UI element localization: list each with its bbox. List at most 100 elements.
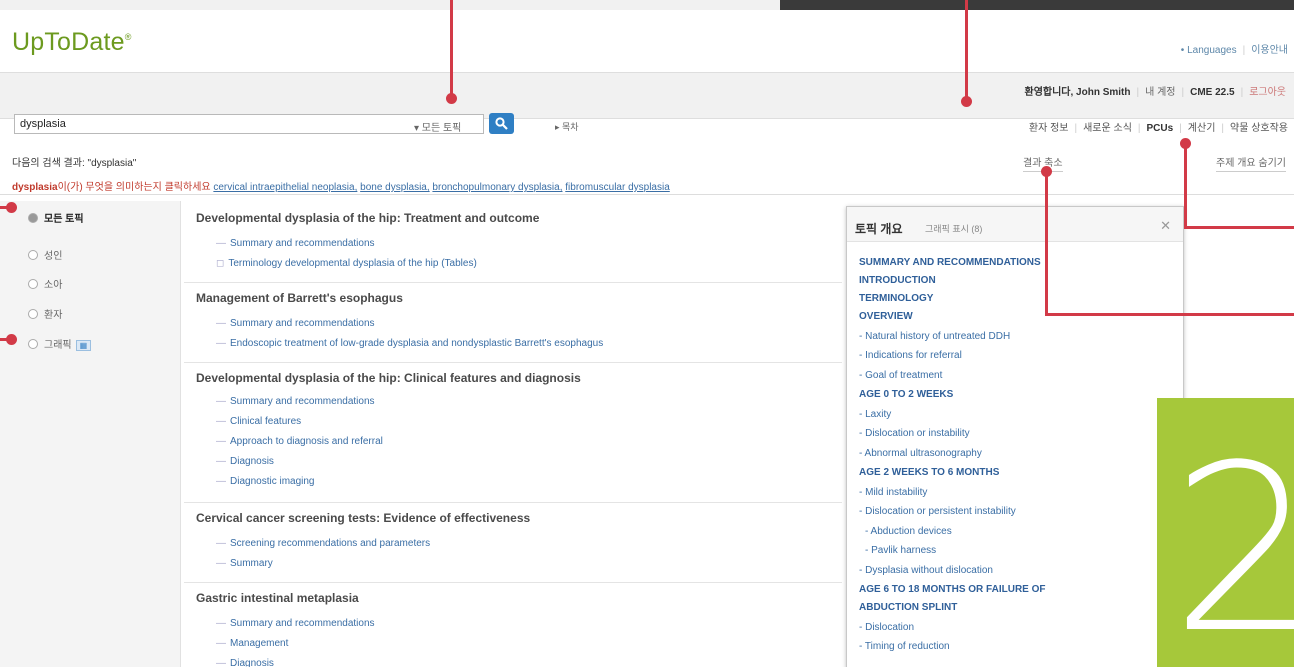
result-sublink[interactable]: ◻ Terminology developmental dysplasia of … (216, 258, 477, 269)
languages-link[interactable]: • Languages (1181, 45, 1237, 56)
outline-subsection-link[interactable]: - Laxity (859, 409, 891, 420)
uptodate-logo[interactable]: UpToDate® (12, 28, 132, 57)
graphics-icon: ▦ (75, 340, 92, 351)
suggestion-link[interactable]: bone dysplasia, (360, 182, 430, 193)
logo-registered-mark: ® (124, 32, 132, 42)
outline-section-link[interactable]: TERMINOLOGY (859, 293, 933, 304)
bullet-icon: — (216, 416, 226, 427)
outline-subsection-link[interactable]: - Dislocation (859, 622, 914, 633)
bullet-icon: — (216, 436, 226, 447)
bullet-icon: — (216, 658, 226, 667)
pcus-link[interactable]: PCUs (1147, 123, 1174, 134)
sidebar-item-label: 성인 (44, 251, 63, 262)
outline-subsection-link[interactable]: - Pavlik harness (865, 545, 936, 556)
bullet-icon: — (216, 456, 226, 467)
top-links: • Languages | 이용안내 (1180, 45, 1288, 56)
result-sublink[interactable]: — Approach to diagnosis and referral (216, 436, 383, 447)
search-button[interactable] (489, 113, 514, 134)
outline-section-link[interactable]: SUMMARY AND RECOMMENDATIONS (859, 257, 1041, 268)
outline-subsection-link[interactable]: - Abnormal ultrasonography (859, 448, 982, 459)
sidebar-item-graphics[interactable]: 그래픽 ▦ (28, 336, 92, 351)
outline-subsection-link[interactable]: - Dislocation or persistent instability (859, 506, 1016, 517)
outline-subsection-link[interactable]: - Natural history of untreated DDH (859, 331, 1010, 342)
close-icon[interactable]: ✕ (1160, 218, 1171, 234)
outline-subsection-link[interactable]: - Dysplasia without dislocation (859, 565, 993, 576)
sidebar-item-adult[interactable]: 성인 (28, 247, 62, 262)
result-title[interactable]: Developmental dysplasia of the hip: Clin… (196, 371, 581, 385)
show-graphics-link[interactable]: 그래픽 표시 (8) (925, 222, 982, 235)
outline-title: 토픽 개요 (855, 222, 903, 236)
callout-dot (6, 334, 17, 345)
result-sublink[interactable]: — Management (216, 638, 288, 649)
callout-line (1045, 172, 1048, 316)
result-title[interactable]: Developmental dysplasia of the hip: Trea… (196, 211, 539, 225)
outline-section-link[interactable]: AGE 6 TO 18 MONTHS OR FAILURE OF (859, 584, 1046, 595)
sidebar-item-all-topics[interactable]: 모든 토픽 (28, 210, 84, 225)
result-sublink[interactable]: — Diagnostic imaging (216, 476, 315, 487)
outline-subsection-link[interactable]: - Goal of treatment (859, 370, 942, 381)
callout-line (1184, 144, 1187, 229)
outline-subsection-link[interactable]: - Dislocation or instability (859, 428, 970, 439)
outline-section-link[interactable]: AGE 0 TO 2 WEEKS (859, 389, 953, 400)
result-title[interactable]: Gastric intestinal metaplasia (196, 591, 359, 605)
cme-counter[interactable]: CME 22.5 (1190, 87, 1234, 98)
results-header: 다음의 검색 결과: "dysplasia" (12, 158, 137, 169)
result-sublink[interactable]: — Endoscopic treatment of low-grade dyspl… (216, 338, 603, 349)
callout-dot (961, 96, 972, 107)
sidebar-item-label: 소아 (44, 280, 63, 291)
result-sublink[interactable]: — Summary (216, 558, 273, 569)
result-sublink[interactable]: — Diagnosis (216, 456, 274, 467)
result-sublink[interactable]: — Diagnosis (216, 658, 274, 667)
callout-dot (1041, 166, 1052, 177)
suggestion-link[interactable]: bronchopulmonary dysplasia, (432, 182, 562, 193)
my-account-link[interactable]: 내 계정 (1145, 87, 1175, 98)
outline-section-link[interactable]: ABDUCTION SPLINT (859, 602, 957, 613)
guide-link[interactable]: 이용안내 (1251, 45, 1288, 56)
outline-section-link[interactable]: AGE 2 WEEKS TO 6 MONTHS (859, 467, 999, 478)
outline-subsection-link[interactable]: - Mild instability (859, 487, 927, 498)
outline-subsection-link[interactable]: - Abduction devices (865, 526, 952, 537)
drug-interactions-link[interactable]: 약물 상호작용 (1230, 123, 1288, 134)
logout-link[interactable]: 로그아웃 (1249, 87, 1286, 98)
search-scope-dropdown[interactable]: ▾ 모든 토픽 (414, 119, 461, 134)
result-sublink[interactable]: — Summary and recommendations (216, 238, 375, 249)
graphic-bullet-icon: ◻ (216, 258, 225, 269)
outline-section-link[interactable]: INTRODUCTION (859, 275, 936, 286)
outline-subsection-link[interactable]: - Timing of reduction (859, 641, 950, 652)
result-sublink[interactable]: — Summary and recommendations (216, 396, 375, 407)
callout-line (450, 0, 453, 98)
outline-section-link[interactable]: OVERVIEW (859, 311, 913, 322)
result-sublink[interactable]: — Summary and recommendations (216, 318, 375, 329)
divider (184, 502, 842, 503)
sidebar-item-label: 환자 (44, 310, 63, 321)
uptodate-page: UpToDate® • Languages | 이용안내 환영합니다, John S… (0, 10, 1294, 667)
result-title[interactable]: Management of Barrett's esophagus (196, 291, 403, 305)
result-sublink[interactable]: — Screening recommendations and parameter… (216, 538, 430, 549)
result-sublink[interactable]: — Summary and recommendations (216, 618, 375, 629)
sidebar-item-patient[interactable]: 환자 (28, 306, 62, 321)
topic-outline-panel: 토픽 개요 그래픽 표시 (8) ✕ SUMMARY AND RECOMMEND… (846, 206, 1184, 667)
bullet-icon: — (216, 476, 226, 487)
result-title[interactable]: Cervical cancer screening tests: Evidenc… (196, 511, 530, 525)
result-sublink[interactable]: — Clinical features (216, 416, 301, 427)
radio-icon (28, 213, 38, 223)
outline-subsection-link[interactable]: - Indications for referral (859, 350, 962, 361)
callout-dot (446, 93, 457, 104)
welcome-text: 환영합니다, John Smith (1024, 87, 1131, 98)
hide-outline-button[interactable]: 주제 개요 숨기기 (1216, 154, 1286, 172)
did-you-mean-question: 이(가) 무엇을 의미하는지 클릭하세요 (57, 182, 211, 193)
suggestion-link[interactable]: cervical intraepithelial neoplasia, (213, 182, 357, 193)
toc-link[interactable]: ▸ 목차 (555, 120, 579, 133)
suggestion-link[interactable]: fibromuscular dysplasia (565, 182, 670, 193)
bullet-icon: — (216, 238, 226, 249)
callout-line (1184, 226, 1294, 229)
calculators-link[interactable]: 계산기 (1188, 123, 1216, 134)
whats-new-link[interactable]: 새로운 소식 (1083, 123, 1132, 134)
user-bar: 환영합니다, John Smith | 내 계정 | CME 22.5 | 로그아웃 (1024, 87, 1287, 98)
patient-info-link[interactable]: 환자 정보 (1029, 123, 1069, 134)
outline-header: 토픽 개요 그래픽 표시 (8) ✕ (847, 207, 1183, 242)
divider (184, 282, 842, 283)
bullet-icon: — (216, 618, 226, 629)
radio-icon (28, 309, 38, 319)
sidebar-item-pediatric[interactable]: 소아 (28, 276, 62, 291)
